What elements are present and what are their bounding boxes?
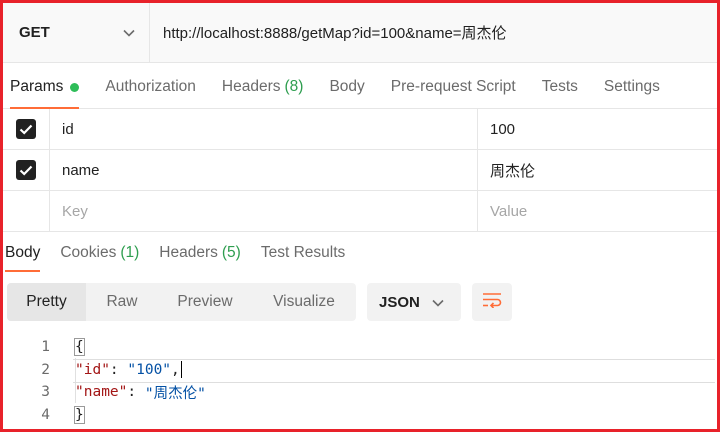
- json-value: "100": [127, 361, 172, 378]
- tab-label: Tests: [541, 78, 578, 95]
- params-active-dot: [70, 82, 80, 92]
- tab-pre-request-script[interactable]: Pre-request Script: [384, 66, 523, 108]
- tab-count: (5): [221, 244, 241, 261]
- response-body-editor[interactable]: 1 { 2 "id": "100", 3 "name": "周杰伦" 4 }: [3, 336, 717, 426]
- request-bar: GET http://localhost:8888/getMap?id=100&…: [3, 3, 717, 63]
- param-checkbox-cell: [3, 109, 50, 149]
- tab-authorization[interactable]: Authorization: [98, 66, 202, 108]
- param-key[interactable]: id: [50, 109, 478, 149]
- open-brace: {: [74, 338, 85, 357]
- tab-label: Pre-request Script: [390, 78, 516, 95]
- json-colon: :: [127, 384, 145, 401]
- params-table: id 100 name 周杰伦 Key Value: [3, 109, 717, 232]
- tab-test-results[interactable]: Test Results: [259, 234, 347, 272]
- mode-pretty[interactable]: Pretty: [7, 283, 86, 321]
- code-line: 1 {: [3, 336, 717, 359]
- line-number: 3: [41, 384, 50, 401]
- table-row-empty: Key Value: [3, 191, 717, 232]
- tab-count: (1): [120, 244, 140, 261]
- code-line-current: 2 "id": "100",: [3, 358, 717, 383]
- line-number: 4: [41, 406, 50, 423]
- param-checkbox-cell: [3, 150, 50, 190]
- request-tabs: Params Authorization Headers (8) Body Pr…: [3, 66, 717, 109]
- json-colon: :: [109, 361, 128, 378]
- chevron-down-icon: [123, 27, 135, 39]
- code-text: }: [74, 404, 85, 427]
- param-value[interactable]: 周杰伦: [478, 150, 717, 190]
- json-key: "name": [75, 384, 128, 401]
- tab-label: Test Results: [260, 244, 346, 261]
- key-input[interactable]: Key: [50, 191, 478, 231]
- url-input[interactable]: http://localhost:8888/getMap?id=100&name…: [150, 3, 717, 62]
- code-line: 4 }: [3, 404, 717, 427]
- code-text: {: [74, 336, 85, 359]
- wrap-lines-icon: [482, 292, 502, 313]
- wrap-lines-button[interactable]: [472, 283, 512, 321]
- text-cursor: [180, 361, 183, 379]
- mode-visualize[interactable]: Visualize: [252, 283, 356, 321]
- tab-label: Body: [5, 244, 41, 261]
- tab-cookies[interactable]: Cookies (1): [58, 234, 141, 272]
- code-text: "name": "周杰伦": [75, 381, 206, 404]
- json-value: "周杰伦": [144, 385, 206, 402]
- tab-label: Settings: [603, 78, 660, 95]
- tab-response-body[interactable]: Body: [3, 234, 42, 272]
- json-comma: ,: [171, 361, 180, 378]
- tab-label: Authorization: [105, 78, 196, 95]
- code-text: "id": "100",: [72, 358, 717, 383]
- view-mode-segmented: Pretty Raw Preview Visualize: [7, 283, 356, 321]
- chevron-down-icon: [432, 294, 444, 311]
- param-value[interactable]: 100: [478, 109, 717, 149]
- mode-preview[interactable]: Preview: [158, 283, 252, 321]
- tab-label: Cookies: [60, 244, 117, 261]
- response-tabs: Body Cookies (1) Headers (5) Test Result…: [3, 234, 717, 272]
- code-line: 3 "name": "周杰伦": [3, 381, 717, 404]
- method-label: GET: [19, 24, 50, 41]
- checkbox-checked-icon[interactable]: [16, 119, 36, 139]
- param-key[interactable]: name: [50, 150, 478, 190]
- value-input[interactable]: Value: [478, 191, 717, 231]
- line-number: 2: [41, 361, 50, 378]
- mode-raw[interactable]: Raw: [86, 283, 158, 321]
- tab-count: (8): [284, 78, 304, 95]
- tab-label: Params: [10, 78, 64, 95]
- tab-label: Headers: [159, 244, 218, 261]
- tab-label: Body: [329, 78, 365, 95]
- param-checkbox-cell: [3, 191, 50, 231]
- json-key: "id": [75, 361, 110, 378]
- tab-params[interactable]: Params: [3, 66, 86, 109]
- language-label: JSON: [379, 293, 420, 311]
- tab-body[interactable]: Body: [322, 66, 371, 108]
- tab-response-headers[interactable]: Headers (5): [157, 234, 243, 272]
- tab-settings[interactable]: Settings: [597, 66, 667, 108]
- method-select[interactable]: GET: [3, 3, 150, 62]
- table-row: name 周杰伦: [3, 150, 717, 191]
- table-row: id 100: [3, 109, 717, 150]
- tab-label: Headers: [221, 78, 281, 95]
- tab-tests[interactable]: Tests: [535, 66, 585, 108]
- line-number: 1: [41, 339, 50, 356]
- format-toolbar: Pretty Raw Preview Visualize JSON: [7, 283, 512, 321]
- checkbox-checked-icon[interactable]: [16, 160, 36, 180]
- tab-headers[interactable]: Headers (8): [215, 66, 311, 108]
- close-brace: }: [74, 405, 85, 424]
- language-select[interactable]: JSON: [367, 283, 461, 321]
